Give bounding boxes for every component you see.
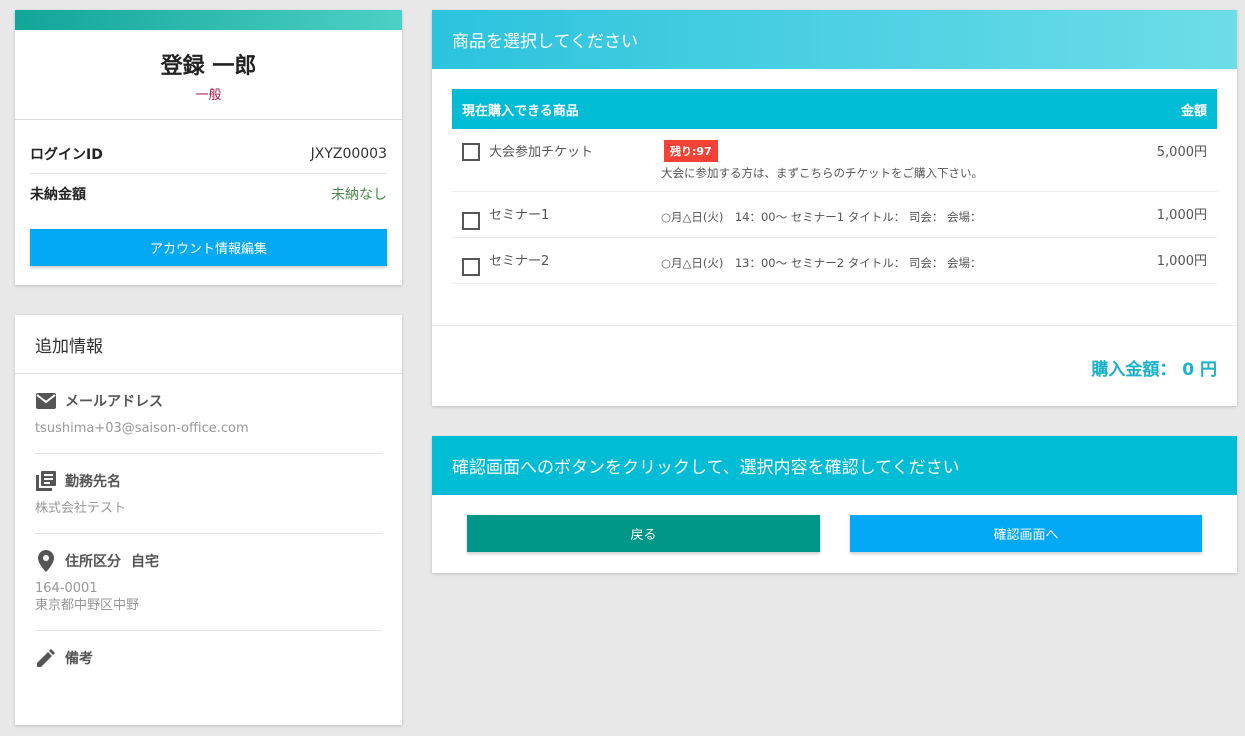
additional-info-card: 追加情報 メールアドレス tsushima+03@saison-office.c… xyxy=(15,315,402,725)
address-line: 東京都中野区中野 xyxy=(35,598,140,613)
back-button[interactable]: 戻る xyxy=(467,515,820,552)
product-checkbox[interactable] xyxy=(462,258,480,276)
column-price: 金額 xyxy=(1180,103,1207,119)
product-name: 大会参加チケット xyxy=(489,145,594,160)
login-id-label: ログインID xyxy=(30,146,103,163)
postal-code: 164-0001 xyxy=(35,581,98,596)
notes-item: 備考 xyxy=(35,631,382,685)
email-label: メールアドレス xyxy=(65,394,163,410)
profile-card: 登録 一郎 一般 ログインID JXYZ00003 未納金額 未納なし アカウン… xyxy=(15,10,402,285)
email-item: メールアドレス tsushima+03@saison-office.com xyxy=(35,374,382,454)
login-id-value: JXYZ00003 xyxy=(310,145,387,162)
email-value: tsushima+03@saison-office.com xyxy=(35,421,249,436)
divider xyxy=(15,119,402,120)
place-icon xyxy=(35,550,57,572)
confirm-button-row: 戻る 確認画面へ xyxy=(432,495,1237,573)
product-description: 大会に参加する方は、まずこちらのチケットをご購入下さい。 xyxy=(661,166,983,180)
product-name: セミナー1 xyxy=(489,208,550,223)
company-label: 勤務先名 xyxy=(65,474,121,490)
company-value: 株式会社テスト xyxy=(35,501,127,516)
go-to-confirm-button[interactable]: 確認画面へ xyxy=(850,515,1202,552)
confirm-instruction: 確認画面へのボタンをクリックして、選択内容を確認してください xyxy=(432,436,1237,495)
address-item: 住所区分 自宅 164-0001 東京都中野区中野 xyxy=(35,534,382,631)
unpaid-row: 未納金額 未納なし xyxy=(30,174,387,214)
product-row: セミナー1 ○月△日(火) 14：00～ セミナー1 タイトル： 司会： 会場：… xyxy=(452,192,1217,238)
address-label: 住所区分 xyxy=(65,554,121,570)
pencil-icon xyxy=(35,647,57,669)
profile-header-bar xyxy=(15,10,402,30)
library-books-icon xyxy=(35,470,57,492)
product-selection-card: 商品を選択してください 現在購入できる商品 金額 大会参加チケット 残り:97 … xyxy=(432,10,1237,406)
product-description: ○月△日(火) 13：00～ セミナー2 タイトル： 司会： 会場： xyxy=(661,256,982,270)
product-row: セミナー2 ○月△日(火) 13：00～ セミナー2 タイトル： 司会： 会場：… xyxy=(452,238,1217,284)
product-checkbox[interactable] xyxy=(462,143,480,161)
product-checkbox[interactable] xyxy=(462,212,480,230)
product-row: 大会参加チケット 残り:97 大会に参加する方は、まずこちらのチケットをご購入下… xyxy=(452,129,1217,192)
company-label-row: 勤務先名 xyxy=(35,470,382,492)
confirm-card: 確認画面へのボタンをクリックして、選択内容を確認してください 戻る 確認画面へ xyxy=(432,436,1237,573)
product-price: 1,000円 xyxy=(1156,254,1207,269)
additional-info-title: 追加情報 xyxy=(15,315,402,374)
divider xyxy=(432,325,1237,326)
company-item: 勤務先名 株式会社テスト xyxy=(35,454,382,534)
edit-account-button[interactable]: アカウント情報編集 xyxy=(30,229,387,266)
notes-label: 備考 xyxy=(65,651,93,667)
address-value: 164-0001 東京都中野区中野 xyxy=(35,580,382,614)
column-product-name: 現在購入できる商品 xyxy=(462,103,579,119)
product-section-title: 商品を選択してください xyxy=(432,10,1237,69)
user-role: 一般 xyxy=(195,88,222,103)
product-table-header: 現在購入できる商品 金額 xyxy=(452,89,1217,129)
notes-label-row: 備考 xyxy=(35,647,382,669)
product-description: ○月△日(火) 14：00～ セミナー1 タイトル： 司会： 会場： xyxy=(661,210,982,224)
unpaid-value: 未納なし xyxy=(331,187,387,203)
product-table: 現在購入できる商品 金額 大会参加チケット 残り:97 大会に参加する方は、まず… xyxy=(452,89,1217,284)
login-id-row: ログインID JXYZ00003 xyxy=(30,134,387,174)
purchase-total: 購入金額： 0 円 xyxy=(1091,360,1217,380)
stock-remaining-badge: 残り:97 xyxy=(664,140,718,162)
address-label-row: 住所区分 自宅 xyxy=(35,550,382,572)
product-price: 5,000円 xyxy=(1156,145,1207,160)
email-label-row: メールアドレス xyxy=(35,390,382,412)
address-type: 自宅 xyxy=(131,554,159,570)
product-name: セミナー2 xyxy=(489,254,550,269)
mail-icon xyxy=(35,390,57,412)
user-name: 登録 一郎 xyxy=(160,54,257,79)
product-price: 1,000円 xyxy=(1156,208,1207,223)
unpaid-label: 未納金額 xyxy=(30,187,86,203)
